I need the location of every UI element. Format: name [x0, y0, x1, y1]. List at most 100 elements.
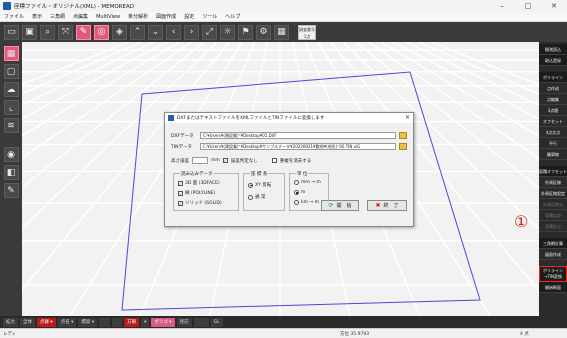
minimize-button[interactable]: –: [489, 0, 515, 12]
unit-mm-radio[interactable]: [294, 180, 299, 185]
bb-diameter-button[interactable]: 径記: [176, 317, 192, 327]
menu-triangle-net[interactable]: 三角網: [46, 13, 69, 20]
chevron-down-icon[interactable]: ⌄: [148, 24, 163, 40]
menu-file[interactable]: ファイル: [0, 13, 28, 20]
rp-item-5[interactable]: 3点間: [539, 105, 567, 116]
rp-item-6[interactable]: オフセット: [539, 116, 567, 127]
rp-item-10[interactable]: 面積オフセット: [539, 166, 567, 177]
menu-point-edit[interactable]: 点編集: [69, 13, 92, 20]
dxf-folder-icon[interactable]: [399, 132, 407, 139]
dxf-path-field[interactable]: C:¥Users¥(建設業)⁺¥Desktop¥01.DXF: [200, 132, 396, 139]
bb-blank-button-2[interactable]: [111, 317, 123, 327]
menu-settings[interactable]: 設定: [180, 13, 198, 20]
bb-pointcloud-button[interactable]: 点群 ▾: [37, 317, 56, 327]
cloud-icon[interactable]: ☁: [3, 82, 19, 97]
rp-item-17[interactable]: 図面作成: [539, 249, 567, 260]
bb-elevation-button[interactable]: 標高 ▾: [78, 317, 98, 327]
read-solid-checkbox[interactable]: ✓: [178, 200, 183, 206]
menu-analysis[interactable]: 条分解析: [124, 13, 152, 20]
unit-mm-option[interactable]: mm → m: [294, 180, 321, 185]
survey-number-badge[interactable]: 調査番号 1点: [298, 24, 316, 40]
overwrite-checkbox[interactable]: [271, 158, 277, 163]
height-judge-checkbox[interactable]: ✓: [222, 158, 228, 163]
bb-blank-button-3[interactable]: [193, 317, 209, 327]
rp-item-7[interactable]: 4点交点: [539, 127, 567, 138]
unit-m-option[interactable]: m: [294, 190, 305, 195]
unit-m-radio[interactable]: [294, 190, 299, 195]
end-button[interactable]: ✖ 終 了: [367, 200, 407, 211]
eye-icon[interactable]: ◉: [3, 147, 19, 162]
maximize-button[interactable]: □: [515, 0, 541, 12]
chevron-up-icon[interactable]: ⌃: [130, 24, 145, 40]
pen-icon[interactable]: ✎: [76, 24, 91, 40]
polyline-to-tin-button[interactable]: ポリライン →TIN変換: [539, 266, 567, 282]
fit-icon[interactable]: ⤧: [58, 24, 73, 40]
grid-line: [393, 42, 539, 121]
menu-help[interactable]: ヘルプ: [221, 13, 244, 20]
bb-gl-button[interactable]: GL: [210, 317, 223, 327]
frame-icon[interactable]: ▢: [3, 64, 19, 79]
menu-drawing[interactable]: 図面作成: [152, 13, 180, 20]
menu-view[interactable]: 表示: [28, 13, 46, 20]
dialog-app-icon: [168, 115, 174, 121]
coord-normal-radio[interactable]: [248, 194, 253, 200]
target-icon[interactable]: ◎: [94, 24, 109, 40]
edit-icon[interactable]: ✎: [3, 183, 19, 198]
dialog-close-button[interactable]: ✕: [405, 114, 410, 121]
bb-dropdown-button[interactable]: ▾: [141, 317, 150, 327]
coord-xy-radio[interactable]: [248, 182, 253, 188]
bb-grid-button[interactable]: 方眼: [124, 317, 140, 327]
rp-item-3[interactable]: 点作成: [539, 83, 567, 94]
bb-pointname-button[interactable]: 点名 ▾: [57, 317, 77, 327]
bb-zoom-button[interactable]: 拡大: [3, 317, 18, 327]
coord-xy-option[interactable]: XY 反転: [248, 182, 271, 188]
chevron-left-icon[interactable]: ‹: [166, 24, 181, 40]
start-button[interactable]: ⟳ 開 始: [321, 200, 359, 211]
rp-item-12[interactable]: 外周区線設定: [539, 188, 567, 199]
read-3dface-option[interactable]: ✓ 3D 面 (3DFACE): [178, 180, 220, 186]
tin-path-field[interactable]: C:¥Users¥(建設業)⁺¥Desktop¥サンプルデータ¥20230921…: [200, 143, 396, 150]
unit-km-radio[interactable]: [294, 200, 299, 205]
save-icon[interactable]: ▣: [22, 24, 37, 40]
rp-item-0[interactable]: 観測読込: [539, 44, 567, 55]
close-button[interactable]: ✕: [541, 0, 567, 12]
rp-item-9[interactable]: 輪郭線: [539, 149, 567, 160]
rp-item-13[interactable]: 外周区線分: [539, 199, 567, 210]
sun-icon[interactable]: ☼: [220, 24, 235, 40]
rp-item-2[interactable]: ポリライン: [539, 72, 567, 83]
bb-blank-button-1[interactable]: [99, 317, 110, 327]
select-area-icon[interactable]: ▦: [3, 46, 19, 61]
read-polyline-checkbox[interactable]: ✓: [178, 190, 183, 196]
chevron-right-icon[interactable]: ›: [184, 24, 199, 40]
height-diff-input[interactable]: [192, 157, 208, 164]
gear-icon[interactable]: ⚙: [256, 24, 271, 40]
corner-icon[interactable]: ⌞: [3, 100, 19, 115]
rp-item-8[interactable]: 平行: [539, 138, 567, 149]
tin-folder-icon[interactable]: [399, 143, 407, 150]
bb-all-button[interactable]: 全体: [20, 317, 35, 327]
flag-icon[interactable]: ⚑: [238, 24, 253, 40]
split-view-icon[interactable]: ◧: [3, 165, 19, 180]
zoom-icon[interactable]: ⌕: [40, 24, 55, 40]
read-3dface-checkbox[interactable]: ✓: [178, 180, 183, 186]
rp-item-4[interactable]: 点編集: [539, 94, 567, 105]
read-solid-option[interactable]: ✓ ソリッド (SOLID): [178, 200, 222, 206]
grid-line: [22, 42, 142, 95]
grid-icon[interactable]: ▦: [274, 24, 289, 40]
rp-item-1[interactable]: 取込登録: [539, 55, 567, 66]
menu-tools[interactable]: ツール: [198, 13, 221, 20]
expand-icon[interactable]: ⤢: [202, 24, 217, 40]
rp-item-15[interactable]: 面積区分: [539, 221, 567, 232]
read-polyline-option[interactable]: ✓ 線 (POLYLINE): [178, 190, 215, 196]
new-file-icon[interactable]: ▭: [4, 24, 19, 40]
layers-icon[interactable]: ≋: [3, 118, 19, 133]
menu-multiview[interactable]: MultiView: [92, 14, 124, 20]
rp-last-item[interactable]: 開始断面: [539, 282, 567, 293]
rp-item-16[interactable]: 三角網計算: [539, 238, 567, 249]
rp-item-14[interactable]: 面積比較: [539, 210, 567, 221]
rp-item-11[interactable]: 外周区線: [539, 177, 567, 188]
unit-km-option[interactable]: km → m: [294, 200, 319, 205]
coord-normal-option[interactable]: 通 常: [248, 194, 265, 200]
cube-icon[interactable]: ◈: [112, 24, 127, 40]
bb-polygon-button[interactable]: ポリゴ ▾: [151, 317, 175, 327]
